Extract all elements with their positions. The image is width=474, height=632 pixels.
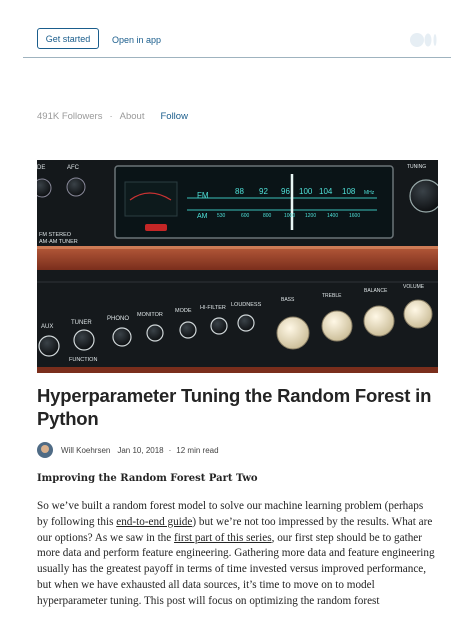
am-label: AM [197, 213, 208, 220]
am-scale-tick: 1600 [349, 213, 360, 219]
hi-filter-knob [210, 317, 228, 335]
fm-scale-tick: 96 [281, 187, 290, 196]
byline-separator: · [168, 445, 172, 455]
article-subtitle: Improving the Random Forest Part Two [37, 473, 258, 484]
header-divider [23, 57, 451, 58]
fm-scale-tick: 88 [235, 187, 244, 196]
phono-label: PHONO [107, 316, 129, 322]
monitor-label: MONITOR [137, 312, 163, 318]
open-in-app-link[interactable]: Open in app [112, 35, 161, 45]
first-part-series-link[interactable]: first part of this series [174, 532, 272, 544]
stereo-label-1: FM STEREO [39, 232, 72, 238]
mode-label: MODE [175, 308, 192, 314]
am-scale-tick: 800 [263, 213, 272, 219]
bass-label: BASS [281, 297, 295, 303]
afc-label: AFC [67, 165, 80, 171]
monitor-knob [146, 324, 164, 342]
aux-knob [38, 335, 60, 357]
aux-label: AUX [41, 324, 53, 330]
stereo-label-2: AM·AM TUNER [39, 239, 78, 245]
fm-scale-tick: MHz [364, 190, 375, 196]
am-scale-tick: 1000 [284, 213, 295, 219]
end-to-end-guide-link[interactable]: end-to-end guide [116, 516, 192, 528]
hi-filter-label: HI-FILTER [200, 305, 226, 311]
am-scale-tick: 1400 [327, 213, 338, 219]
article-byline: Will Koehrsen Jan 10, 2018 · 12 min read [37, 442, 219, 458]
fm-scale-tick: 100 [299, 187, 313, 196]
followers-count: 491K Followers [37, 111, 103, 122]
follow-button[interactable]: Follow [160, 111, 187, 122]
loudness-knob [237, 314, 255, 332]
am-scale-tick: 600 [241, 213, 250, 219]
article-body: So we’ve built a random forest model to … [37, 499, 437, 610]
phono-knob [112, 327, 132, 347]
balance-knob [363, 305, 395, 337]
fm-label: FM [197, 191, 209, 200]
author-avatar[interactable] [37, 442, 53, 458]
loudness-label: LOUDNESS [231, 302, 262, 308]
am-scale-tick: 530 [217, 213, 226, 219]
volume-label: VOLUME [403, 284, 425, 290]
fm-scale-tick: 92 [259, 187, 268, 196]
mode-knob [179, 321, 197, 339]
tuning-label: TUNING [407, 164, 426, 170]
medium-logo-icon[interactable] [410, 33, 438, 47]
publication-meta: 491K Followers · About Follow [37, 111, 188, 122]
about-link[interactable]: About [120, 111, 145, 122]
balance-label: BALANCE [364, 288, 388, 294]
top-bar: Get started Open in app [0, 0, 474, 58]
fm-scale-tick: 108 [342, 187, 356, 196]
function-label: FUNCTION [69, 357, 97, 363]
tuner-knob [73, 329, 95, 351]
de-label: DE [37, 165, 45, 171]
fm-scale-tick: 104 [319, 187, 333, 196]
treble-knob [321, 310, 353, 342]
author-name[interactable]: Will Koehrsen [61, 446, 110, 455]
stereo-receiver-illustration: FM AM 88 92 96 100 104 108 MHz 530 600 800 1000 12… [37, 160, 438, 373]
tuner-label: TUNER [71, 320, 92, 326]
treble-label: TREBLE [322, 293, 342, 299]
meta-separator: · [109, 111, 113, 122]
volume-knob [403, 299, 433, 329]
article-title: Hyperparameter Tuning the Random Forest … [37, 385, 432, 429]
read-time: 12 min read [176, 445, 219, 455]
am-scale-tick: 1200 [305, 213, 316, 219]
publish-date: Jan 10, 2018 [117, 445, 164, 455]
hero-image: FM AM 88 92 96 100 104 108 MHz 530 600 800 1000 12… [37, 160, 438, 373]
bass-knob [276, 316, 310, 350]
get-started-button[interactable]: Get started [37, 28, 99, 49]
